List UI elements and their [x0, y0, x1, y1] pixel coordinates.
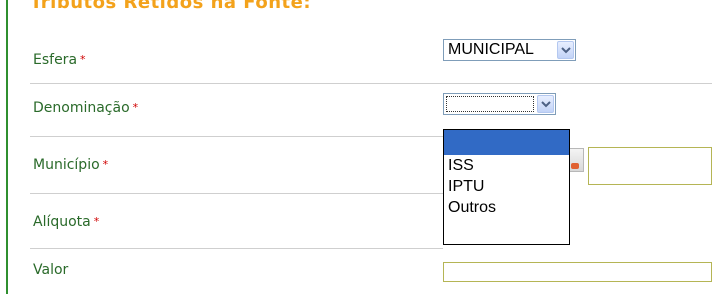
denominacao-dropdown-list: ISS IPTU Outros — [443, 129, 570, 245]
municipio-label: Município * — [33, 157, 108, 173]
dropdown-option-iss[interactable]: ISS — [444, 155, 569, 176]
required-marker: * — [132, 101, 139, 114]
aliquota-label: Alíquota * — [33, 214, 99, 230]
denominacao-select[interactable] — [443, 93, 556, 115]
required-marker: * — [93, 215, 100, 228]
required-marker: * — [102, 158, 109, 171]
aliquota-label-text: Alíquota — [33, 214, 91, 230]
municipio-label-text: Município — [33, 157, 100, 173]
municipio-input[interactable] — [588, 147, 712, 185]
chevron-down-icon[interactable] — [557, 41, 574, 59]
row-divider — [30, 136, 443, 137]
esfera-select[interactable]: MUNICIPAL — [443, 39, 576, 61]
esfera-select-value: MUNICIPAL — [448, 41, 534, 58]
dropdown-option-iptu[interactable]: IPTU — [444, 176, 569, 197]
chevron-down-icon[interactable] — [537, 95, 554, 113]
esfera-label: Esfera * — [33, 52, 86, 68]
focus-indicator — [446, 96, 534, 112]
denominacao-label: Denominação * — [33, 100, 138, 116]
dropdown-option-empty[interactable] — [444, 130, 569, 155]
row-divider — [30, 83, 712, 84]
section-title: Tributos Retidos na Fonte: — [30, 0, 312, 12]
denominacao-label-text: Denominação — [33, 100, 130, 116]
required-marker: * — [80, 53, 86, 66]
dropdown-option-outros[interactable]: Outros — [444, 197, 569, 218]
row-divider — [30, 248, 443, 249]
row-divider — [30, 193, 443, 194]
valor-input[interactable] — [443, 262, 712, 282]
lookup-icon-mark — [571, 163, 579, 169]
valor-label-text: Valor — [33, 262, 69, 278]
esfera-label-text: Esfera — [33, 52, 78, 68]
valor-label: Valor — [33, 262, 68, 278]
